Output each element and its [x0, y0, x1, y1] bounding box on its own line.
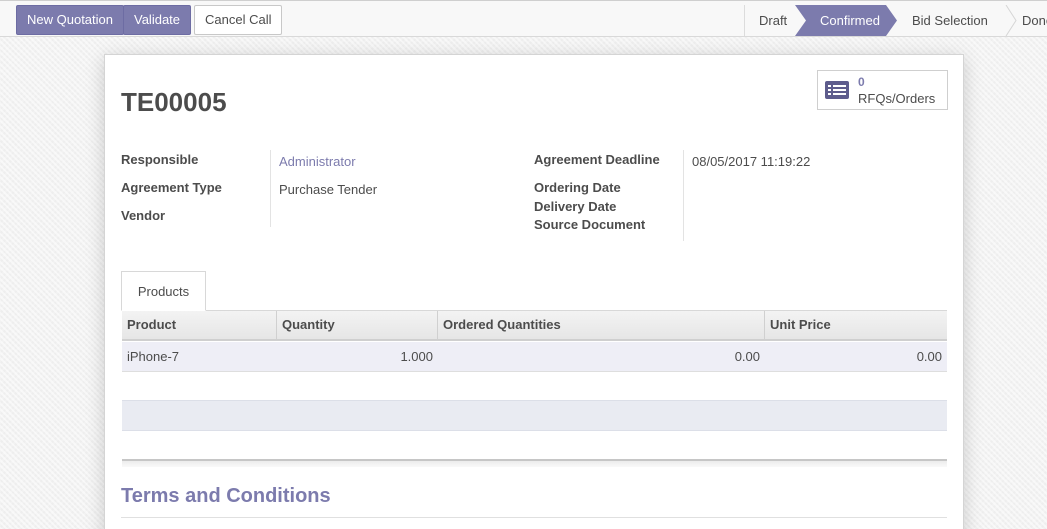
agreement-deadline-value[interactable]: 08/05/2017 11:19:22 — [692, 154, 810, 169]
status-stages: Draft Confirmed Bid Selection Done — [744, 5, 1047, 36]
list-icon — [825, 81, 849, 99]
form-sheet: 0 RFQs/Orders TE00005 Responsible Admini… — [104, 54, 964, 529]
cancel-call-button[interactable]: Cancel Call — [194, 5, 283, 35]
stage-confirmed[interactable]: Confirmed — [795, 5, 897, 36]
add-line-row[interactable] — [122, 400, 947, 431]
responsible-value[interactable]: Administrator — [279, 154, 356, 169]
stage-separator — [744, 5, 745, 36]
cell-product: iPhone-7 — [127, 349, 180, 364]
column-separator — [276, 311, 277, 339]
stage-chevron-icon — [1005, 5, 1017, 36]
delivery-date-label: Delivery Date — [534, 199, 617, 214]
column-separator — [437, 311, 438, 339]
cell-ordered-quantities: 0.00 — [734, 349, 760, 364]
new-quotation-button[interactable]: New Quotation — [16, 5, 124, 35]
column-quantity[interactable]: Quantity — [282, 311, 335, 339]
agreement-type-value[interactable]: Purchase Tender — [279, 182, 377, 197]
terms-heading: Terms and Conditions — [121, 485, 331, 507]
cell-quantity: 1.000 — [400, 349, 433, 364]
terms-underline — [121, 517, 947, 518]
table-row[interactable]: iPhone-7 1.000 0.00 0.00 — [122, 342, 947, 372]
responsible-label: Responsible — [121, 152, 199, 167]
table-header: Product Quantity Ordered Quantities Unit… — [122, 311, 947, 341]
column-product[interactable]: Product — [127, 311, 176, 339]
stage-done[interactable]: Done — [1022, 5, 1047, 36]
agreement-type-label: Agreement Type — [121, 180, 222, 195]
column-ordered-quantities[interactable]: Ordered Quantities — [443, 311, 561, 339]
agreement-deadline-label: Agreement Deadline — [534, 152, 660, 167]
stage-bid-selection[interactable]: Bid Selection — [912, 5, 988, 36]
field-divider-right — [683, 150, 684, 241]
rfqs-orders-label: RFQs/Orders — [858, 91, 936, 106]
control-panel: New Quotation Validate Cancel Call Draft… — [0, 0, 1047, 37]
validate-button[interactable]: Validate — [123, 5, 192, 35]
cell-unit-price: 0.00 — [916, 349, 942, 364]
ordering-date-label: Ordering Date — [534, 180, 621, 195]
column-separator — [764, 311, 765, 339]
section-divider — [122, 459, 947, 467]
stage-draft[interactable]: Draft — [759, 5, 787, 36]
field-divider-left — [270, 150, 271, 227]
column-unit-price[interactable]: Unit Price — [770, 311, 831, 339]
vendor-label: Vendor — [121, 208, 166, 223]
rfqs-orders-button[interactable]: 0 RFQs/Orders — [817, 70, 948, 110]
source-document-label: Source Document — [534, 217, 646, 232]
record-title: TE00005 — [121, 87, 227, 117]
rfqs-orders-count: 0 — [858, 75, 865, 89]
tab-products[interactable]: Products — [121, 271, 206, 311]
top-border — [0, 0, 1047, 1]
